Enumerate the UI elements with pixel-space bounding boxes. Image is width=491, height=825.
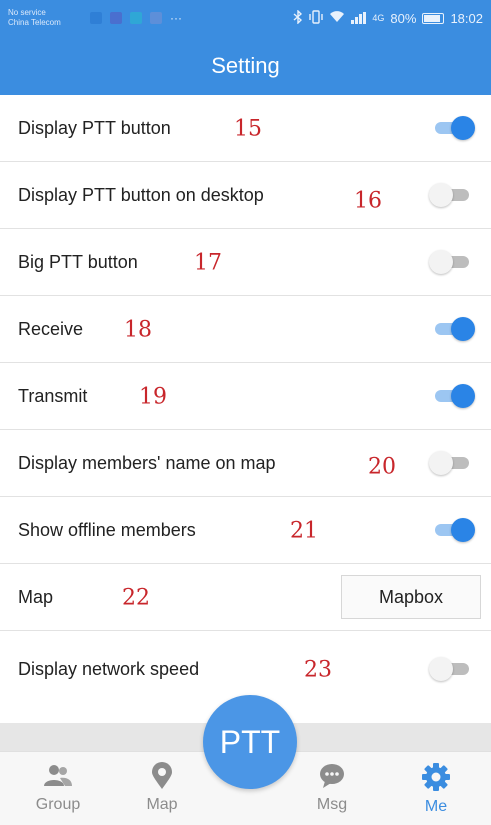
setting-receive[interactable]: Receive 18 [0, 296, 491, 363]
annotation-number: 23 [304, 657, 332, 683]
status-bar: No service China Telecom ··· 4G 80% 18:0… [0, 0, 491, 36]
nav-label: Me [424, 798, 448, 815]
app-notification-icon [150, 12, 162, 24]
annotation-number: 22 [122, 585, 150, 611]
setting-display-ptt-desktop[interactable]: Display PTT button on desktop 16 [0, 162, 491, 229]
setting-label: Big PTT button [18, 251, 138, 272]
setting-show-offline-members[interactable]: Show offline members 21 [0, 497, 491, 564]
wifi-icon [329, 10, 345, 26]
app-notification-icon [90, 12, 102, 24]
setting-transmit[interactable]: Transmit 19 [0, 363, 491, 430]
carrier-info: No service China Telecom [8, 8, 84, 28]
setting-display-ptt-button[interactable]: Display PTT button 15 [0, 95, 491, 162]
setting-map: Map 22 Mapbox [0, 564, 491, 631]
nav-label: Group [35, 796, 81, 813]
clock: 18:02 [450, 10, 483, 26]
annotation-number: 15 [234, 116, 262, 142]
nav-msg[interactable]: Msg [282, 752, 382, 825]
annotation-number: 21 [290, 518, 318, 544]
nav-group[interactable]: Group [8, 752, 108, 825]
bluetooth-icon [293, 8, 303, 27]
display-ptt-button-toggle[interactable] [429, 115, 475, 141]
ptt-button[interactable]: PTT [203, 695, 297, 789]
receive-toggle[interactable] [429, 316, 475, 342]
battery-percent: 80% [390, 10, 417, 26]
status-indicators: 4G 80% 18:02 [293, 8, 483, 27]
setting-label: Receive [18, 318, 84, 339]
map-pin-icon [152, 762, 172, 789]
setting-display-members-name[interactable]: Display members' name on map 20 [0, 430, 491, 497]
carrier-name: China Telecom [8, 18, 61, 27]
gear-icon [422, 763, 450, 791]
display-members-name-toggle[interactable] [429, 450, 475, 476]
nav-label: Msg [316, 796, 348, 813]
annotation-number: 19 [139, 384, 167, 410]
settings-list: Display PTT button 15 Display PTT button… [0, 95, 491, 707]
vibrate-icon [309, 9, 324, 27]
map-provider-button[interactable]: Mapbox [341, 575, 481, 619]
setting-label: Display PTT button on desktop [18, 184, 264, 205]
annotation-number: 18 [124, 317, 152, 343]
battery-icon [422, 12, 445, 24]
setting-label: Display PTT button [18, 117, 171, 138]
big-ptt-button-toggle[interactable] [429, 249, 475, 275]
nav-label: Map [146, 796, 178, 813]
annotation-number: 17 [194, 250, 222, 276]
setting-big-ptt-button[interactable]: Big PTT button 17 [0, 229, 491, 296]
transmit-toggle[interactable] [429, 383, 475, 409]
setting-label: Show offline members [18, 519, 196, 540]
app-notification-icon [130, 12, 142, 24]
nav-me[interactable]: Me [386, 752, 486, 825]
more-notifications-icon: ··· [170, 11, 182, 25]
setting-label: Map [18, 586, 54, 607]
setting-label: Transmit [18, 385, 88, 406]
display-ptt-desktop-toggle[interactable] [429, 182, 475, 208]
nav-map[interactable]: Map [112, 752, 212, 825]
notification-icons [90, 12, 162, 24]
carrier-status: No service [8, 8, 46, 17]
network-type: 4G [372, 13, 385, 23]
show-offline-members-toggle[interactable] [429, 517, 475, 543]
app-notification-icon [110, 12, 122, 24]
app-header: Setting [0, 36, 491, 95]
setting-label: Display network speed [18, 658, 200, 679]
display-network-speed-toggle[interactable] [429, 656, 475, 682]
annotation-number: 20 [368, 454, 396, 480]
message-icon [320, 764, 344, 788]
signal-icon [351, 12, 367, 24]
setting-label: Display members' name on map [18, 452, 276, 473]
group-icon [44, 765, 72, 786]
annotation-number: 16 [354, 188, 382, 214]
page-title: Setting [211, 52, 280, 78]
